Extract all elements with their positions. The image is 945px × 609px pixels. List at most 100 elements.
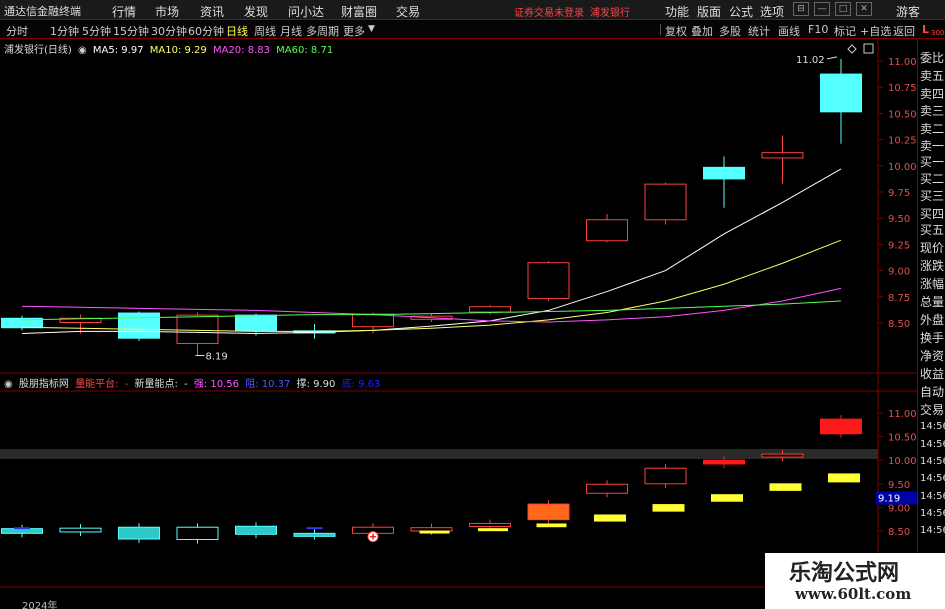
indicator-candle (293, 532, 336, 537)
tool-f10[interactable]: F10 (808, 23, 828, 36)
period-30min[interactable]: 30分钟 (151, 23, 187, 39)
period-multi[interactable]: 多周期 (306, 23, 339, 39)
period-toolbar: 分时 1分钟 5分钟 15分钟 30分钟 60分钟 日线 周线 月线 多周期 更… (0, 21, 945, 39)
candle-body (235, 314, 277, 332)
menu-hangqing[interactable]: 行情 (112, 3, 136, 20)
side-panel-item[interactable]: 自动 (920, 383, 944, 400)
legend-toggle-icon[interactable]: ◉ (78, 45, 87, 56)
indicator-support: 撑: 9.90 (296, 379, 336, 390)
main-legend: 浦发银行(日线) ◉ MA5: 9.97 MA10: 9.29 MA20: 8.… (4, 41, 336, 56)
axis-tick-label: 8.50 (888, 319, 910, 330)
indicator-yellow-bar (419, 530, 450, 534)
period-60min[interactable]: 60分钟 (188, 23, 224, 39)
side-panel-item[interactable]: 交易 (920, 401, 944, 418)
indicator-strong: 强: 10.56 (193, 379, 240, 390)
watermark-title: 乐淘公式网 (789, 560, 900, 586)
stock-title: 浦发银行(日线) (4, 45, 72, 56)
ma-lines (21, 168, 842, 334)
tool-draw-line[interactable]: 画线 (778, 23, 800, 39)
axis-tick-label: 11.00 (888, 409, 917, 420)
candle-body (527, 262, 570, 299)
indicator-candle (235, 525, 277, 535)
watermark-url: www.60lt.com (795, 585, 912, 603)
axis-tick-label: 10.50 (888, 109, 917, 120)
menu-discover[interactable]: 发现 (244, 3, 268, 20)
level-sublabel: 300 (931, 29, 945, 37)
indicator-platform-label: 量能平台: (75, 379, 119, 390)
indicator-candle (118, 526, 160, 540)
app-title: 通达信金融终端 (4, 5, 81, 18)
ma5-label: MA5: 9.97 (92, 45, 144, 56)
indicator-candle (1, 528, 43, 534)
menu-options[interactable]: 选项 (760, 3, 784, 20)
axis-tick-label: 9.25 (888, 240, 910, 251)
side-panel-item: 涨跌 (920, 259, 945, 273)
menu-ask[interactable]: 问小达 (288, 3, 324, 20)
indicator-candle (410, 527, 453, 532)
period-5min[interactable]: 5分钟 (82, 23, 111, 39)
back-button[interactable]: 返回 (893, 23, 915, 39)
indicator-yellow-bar (769, 483, 802, 491)
indicator-candle (586, 483, 628, 494)
menu-news[interactable]: 资讯 (200, 3, 224, 20)
period-tick[interactable]: 分时 (6, 23, 28, 39)
high-arrow (826, 56, 838, 60)
axis-tick-label: 10.75 (888, 83, 917, 94)
period-1min[interactable]: 1分钟 (50, 23, 79, 39)
indicator-toggle-icon[interactable]: ◉ (4, 379, 13, 390)
indicator-candle (469, 522, 511, 527)
side-panel-item: 卖三 (920, 104, 945, 118)
side-panel-item: 14:56 (920, 473, 945, 484)
close-icon[interactable]: ✕ (856, 2, 872, 16)
indicator-candles (1, 415, 862, 544)
side-panel-item: 买一 (920, 155, 945, 169)
side-panel-item: 买五 (920, 223, 945, 237)
level-label: L (922, 23, 930, 36)
period-15min[interactable]: 15分钟 (113, 23, 149, 39)
menu-wealth[interactable]: 财富圈 (341, 3, 377, 20)
indicator-newpoint-label: 新量能点: (134, 379, 178, 390)
period-more[interactable]: 更多 (343, 23, 365, 39)
menu-function[interactable]: 功能 (665, 3, 689, 20)
period-daily[interactable]: 日线 (226, 23, 248, 39)
current-stock-name: 浦发银行 (590, 8, 630, 19)
guest-user[interactable]: 游客 (896, 3, 920, 20)
indicator-title[interactable]: 股朋指标网 (19, 379, 69, 390)
indicator-yellow-bar (828, 473, 860, 483)
kline-chart[interactable]: 11.00 10.75 10.50 10.25 10.00 9.75 9.50 9.25 9.0… (0, 39, 917, 609)
low-price-label: 8.19 (206, 351, 228, 362)
axis-tick-label: 9.00 (888, 267, 910, 278)
indicator-candle (59, 527, 102, 533)
side-panel-item: 换手 (920, 331, 945, 345)
indicator-price-axis: 11.00 10.50 10.00 9.50 9.00 8.50 9.19 (876, 409, 917, 538)
maximize-icon[interactable]: □ (835, 2, 851, 16)
side-panel-item: 买二 (920, 172, 945, 186)
tool-multi-stock[interactable]: 多股 (719, 23, 741, 39)
candle-body (586, 219, 628, 242)
period-monthly[interactable]: 月线 (280, 23, 302, 39)
restore-icon[interactable]: ⊟ (793, 2, 809, 16)
diamond-icon (847, 44, 857, 54)
side-panel-item: 14:56 (920, 491, 945, 502)
menu-layout[interactable]: 版面 (697, 3, 721, 20)
period-weekly[interactable]: 周线 (254, 23, 276, 39)
tool-overlay[interactable]: 叠加 (691, 23, 713, 39)
indicator-yellow-bar (478, 528, 508, 532)
menu-bar: 通达信金融终端 行情 市场 资讯 发现 问小达 财富圈 交易 证券交易未登录 浦… (0, 0, 945, 20)
add-watchlist-button[interactable]: +自选 (860, 23, 891, 39)
indicator-candle (176, 526, 219, 540)
tool-statistics[interactable]: 统计 (748, 23, 770, 39)
menu-market[interactable]: 市场 (155, 3, 179, 20)
menu-trade[interactable]: 交易 (396, 3, 420, 20)
side-panel-item: 外盘 (920, 313, 945, 327)
tool-fuquan[interactable]: 复权 (665, 23, 687, 39)
minimize-icon[interactable]: — (814, 2, 830, 16)
indicator-bottom: 底: 9.63 (341, 379, 381, 390)
tool-mark[interactable]: 标记 (834, 23, 856, 39)
more-chevron-icon[interactable]: ▼ (368, 24, 375, 34)
menu-formula[interactable]: 公式 (729, 3, 753, 20)
trade-login-warning[interactable]: 证券交易未登录 (514, 4, 584, 19)
indicator-yellow-bar (594, 514, 626, 522)
side-panel-item: 现价 (920, 241, 945, 255)
axis-tick-label: 9.50 (888, 214, 910, 225)
